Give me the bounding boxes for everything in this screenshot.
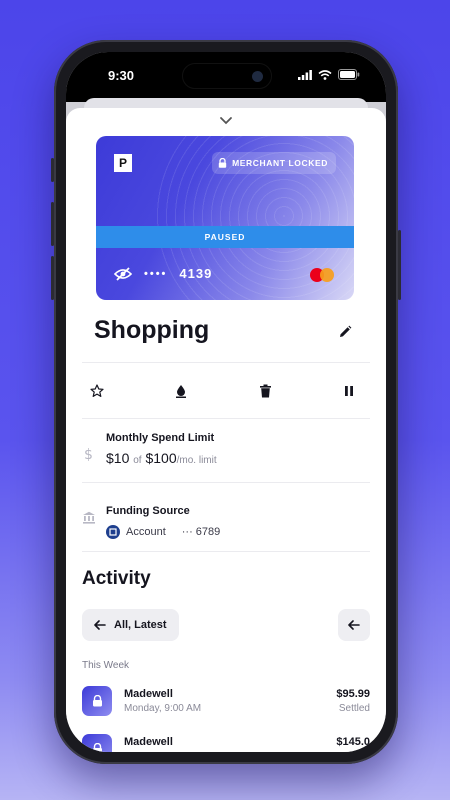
limit-amount: $100	[145, 450, 177, 466]
spent-amount: $10	[106, 450, 130, 466]
fund-button[interactable]	[170, 380, 192, 402]
wifi-icon	[318, 69, 332, 80]
virtual-card[interactable]: P MERCHANT LOCKED PAUSED •••• 4139	[96, 136, 354, 300]
filter-label: All, Latest	[114, 619, 167, 631]
volume-down-button	[51, 256, 54, 300]
transaction-amount: $145.0	[336, 736, 370, 748]
svg-text:$: $	[84, 447, 93, 462]
paused-banner: PAUSED	[96, 226, 354, 248]
power-button	[398, 230, 401, 300]
battery-icon	[338, 69, 360, 80]
spend-limit-title: Monthly Spend Limit	[106, 432, 215, 444]
delete-button[interactable]	[254, 380, 276, 402]
divider	[82, 418, 370, 419]
card-sheet: P MERCHANT LOCKED PAUSED •••• 4139 Shopp…	[66, 108, 386, 752]
eye-off-icon[interactable]	[114, 266, 132, 281]
status-bar: 9:30	[66, 52, 386, 102]
account-label: Account	[126, 526, 166, 538]
pause-button[interactable]	[338, 380, 360, 402]
arrow-left-icon	[348, 620, 360, 630]
account-mask: ··· 6789	[181, 526, 221, 538]
funding-source-account[interactable]: Account ··· 6789	[106, 525, 220, 539]
favorite-button[interactable]	[86, 380, 108, 402]
transaction-status: Settled	[338, 703, 370, 714]
week-group-label: This Week	[82, 660, 130, 671]
merchant-locked-label: MERCHANT LOCKED	[232, 158, 328, 168]
of-text: of	[133, 455, 142, 466]
activity-filter-button[interactable]: All, Latest	[82, 609, 179, 641]
transaction-row[interactable]: Madewell $145.0	[82, 734, 370, 752]
bank-icon	[83, 511, 95, 524]
funding-source-title: Funding Source	[106, 505, 190, 517]
bank-logo-icon	[106, 525, 120, 539]
arrow-left-icon	[94, 620, 106, 630]
drop-icon	[176, 385, 186, 398]
lock-icon	[218, 158, 227, 168]
volume-up-button	[51, 202, 54, 246]
divider	[82, 362, 370, 363]
mute-switch	[51, 158, 54, 182]
pencil-icon[interactable]	[338, 325, 352, 339]
merchant-lock-icon	[82, 734, 112, 752]
card-actions-bar	[82, 380, 370, 404]
signal-icon	[298, 69, 312, 80]
divider	[82, 551, 370, 552]
card-name-title: Shopping	[94, 316, 210, 344]
merchant-lock-icon	[82, 686, 112, 716]
spend-limit-value[interactable]: $10 of $100/mo. limit	[106, 450, 217, 466]
divider	[82, 482, 370, 483]
card-logo: P	[114, 154, 132, 172]
transaction-amount: $95.99	[336, 688, 370, 700]
mastercard-logo-icon	[310, 266, 338, 284]
limit-period: /mo. limit	[176, 455, 217, 466]
activity-heading: Activity	[82, 568, 151, 589]
transaction-merchant: Madewell	[124, 688, 173, 700]
card-number-mask: ••••	[144, 267, 168, 280]
dynamic-island	[182, 63, 272, 89]
status-time: 9:30	[108, 68, 135, 83]
card-number-row: •••• 4139	[114, 266, 212, 281]
merchant-locked-badge: MERCHANT LOCKED	[212, 152, 336, 174]
transaction-merchant: Madewell	[124, 736, 173, 748]
pause-icon	[345, 386, 353, 396]
card-last4: 4139	[179, 266, 213, 281]
status-icons	[298, 69, 360, 80]
screen: 9:30 P MERCHANT LOCKED PAUSED •••• 4139 …	[66, 52, 386, 752]
trash-icon	[259, 384, 271, 398]
star-icon	[90, 384, 104, 397]
dollar-icon: $	[84, 447, 93, 462]
camera-dot	[252, 71, 263, 82]
transaction-row[interactable]: Madewell Monday, 9:00 AM $95.99 Settled	[82, 686, 370, 718]
transaction-time: Monday, 9:00 AM	[124, 703, 202, 714]
chevron-down-icon[interactable]	[218, 116, 234, 126]
phone-frame: 9:30 P MERCHANT LOCKED PAUSED •••• 4139 …	[51, 40, 401, 764]
activity-back-button[interactable]	[338, 609, 370, 641]
